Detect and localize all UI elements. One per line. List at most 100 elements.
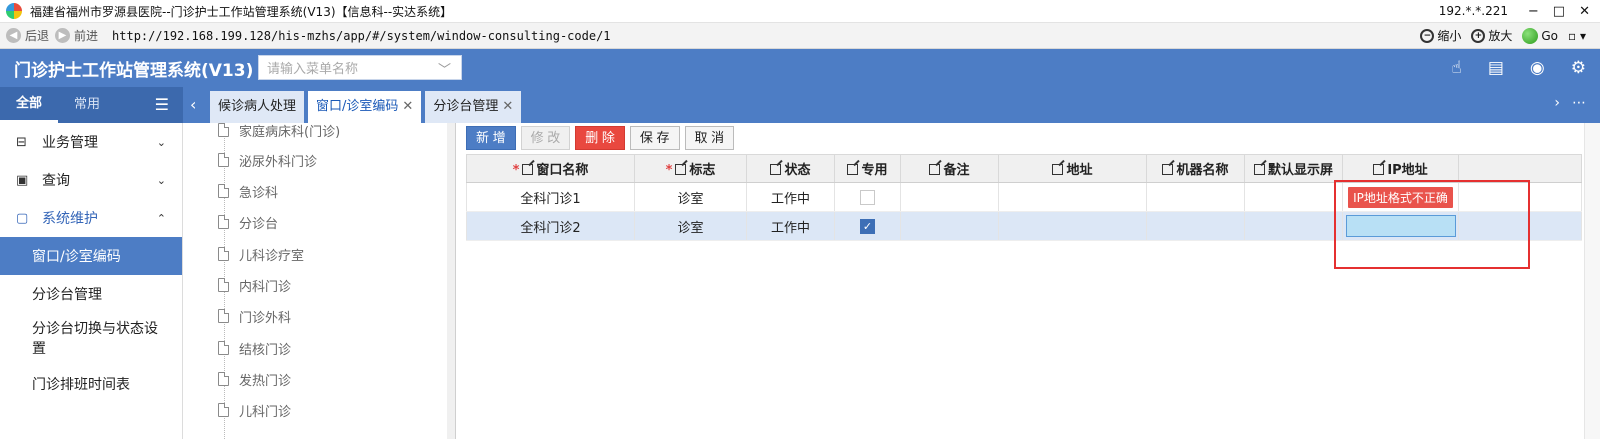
dedicated-checkbox[interactable] <box>860 189 875 205</box>
notes-icon[interactable]: ▤ <box>1488 58 1504 78</box>
tab-waiting-patients[interactable]: 候诊病人处理 <box>210 91 305 123</box>
tree-node[interactable]: 急诊科 <box>218 181 278 201</box>
sidebar-item-triage[interactable]: 分诊台管理 <box>0 275 182 313</box>
cell-remark[interactable] <box>900 211 999 241</box>
sidebar-item-window-code[interactable]: 窗口/诊室编码 <box>0 237 182 275</box>
cell-flag[interactable]: 诊室 <box>634 211 747 241</box>
edit-icon <box>929 164 941 175</box>
cell-flag[interactable]: 诊室 <box>634 182 747 212</box>
tree-node[interactable]: 家庭病床科(门诊) <box>218 123 340 140</box>
minimize-button[interactable]: − <box>1528 4 1539 19</box>
forward-arrow-icon: ▶ <box>55 28 71 43</box>
chevron-down-icon: ⌄ <box>156 135 166 149</box>
cell-address[interactable] <box>998 182 1147 212</box>
sidebar-group-system[interactable]: ▢ 系统维护 ⌃ <box>0 199 182 237</box>
column-header-window-name[interactable]: * 窗口名称 <box>466 154 635 183</box>
cancel-button[interactable]: 取 消 <box>684 126 735 150</box>
go-button[interactable]: Go <box>1522 27 1558 44</box>
forward-button[interactable]: ▶ 前进 <box>55 27 98 44</box>
window-titlebar: 福建省福州市罗源县医院--门诊护士工作站管理系统(V13)【信息科--实达系统】… <box>0 0 1600 23</box>
gear-icon[interactable]: ⚙ <box>1571 58 1586 78</box>
more-icon[interactable]: ⋯ <box>1572 95 1586 111</box>
cell-default-screen[interactable] <box>1244 182 1343 212</box>
tree-node[interactable]: 儿科门诊 <box>218 400 291 420</box>
tabs-scroll-right-icon[interactable]: › <box>1554 95 1560 111</box>
tab-common[interactable]: 常用 <box>58 87 116 123</box>
delete-button[interactable]: 删 除 <box>575 126 625 150</box>
file-icon <box>218 123 229 137</box>
column-header-status[interactable]: 状态 <box>746 154 835 183</box>
dedicated-checkbox-checked[interactable]: ✓ <box>860 218 875 234</box>
pointer-icon[interactable]: ☝ <box>1451 58 1461 78</box>
tree-node[interactable]: 分诊台 <box>218 212 278 232</box>
cell-remark[interactable] <box>900 182 999 212</box>
sidebar-item-schedule[interactable]: 门诊排班时间表 <box>0 365 182 403</box>
column-header-remark[interactable]: 备注 <box>900 154 999 183</box>
back-arrow-icon: ◀ <box>6 28 21 43</box>
maximize-button[interactable]: □ <box>1553 4 1565 19</box>
cell-status[interactable]: 工作中 <box>746 211 835 241</box>
tab-all[interactable]: 全部 <box>0 87 59 123</box>
menu-search-input[interactable]: 请输入菜单名称 ﹀ <box>258 55 462 80</box>
cell-status[interactable]: 工作中 <box>746 182 835 212</box>
close-tab-icon[interactable]: ✕ <box>502 99 513 114</box>
ip-label: 192.*.*.221 <box>1438 4 1508 18</box>
tree-node[interactable]: 门诊外科 <box>218 306 291 326</box>
sidebar-group-business[interactable]: ⊟ 业务管理 ⌄ <box>0 123 182 161</box>
column-header-flag[interactable]: * 标志 <box>634 154 747 183</box>
file-icon <box>218 309 229 323</box>
edit-icon <box>847 164 859 175</box>
table-header-row: * 窗口名称 * 标志 状态 专用 备注 地址 机器名称 默认显示屏 IP地址 <box>466 154 1582 183</box>
tabs-right-controls: › ⋯ <box>1554 95 1586 111</box>
department-tree: 家庭病床科(门诊) 泌尿外科门诊 急诊科 分诊台 儿科诊疗室 内科门诊 门诊外科… <box>184 123 456 439</box>
cell-machine-name[interactable] <box>1146 182 1245 212</box>
cell-window-name[interactable]: 全科门诊2 <box>466 211 635 241</box>
sidebar-group-query[interactable]: ▣ 查询 ⌄ <box>0 161 182 199</box>
tree-node[interactable]: 结核门诊 <box>218 338 291 358</box>
tree-node[interactable]: 内科门诊 <box>218 275 291 295</box>
zoom-in-button[interactable]: + 放大 <box>1471 27 1512 44</box>
main-scrollbar[interactable] <box>1584 123 1600 439</box>
cell-address[interactable] <box>998 211 1147 241</box>
tree-node[interactable]: 儿科诊疗室 <box>218 244 304 264</box>
cell-default-screen[interactable] <box>1244 211 1343 241</box>
tree-node[interactable]: 泌尿外科门诊 <box>218 150 317 170</box>
save-button[interactable]: 保 存 <box>629 126 680 150</box>
column-header-ip-address[interactable]: IP地址 <box>1342 154 1459 183</box>
cell-machine-name[interactable] <box>1146 211 1245 241</box>
tabs-scroll-left-icon[interactable]: ‹ <box>190 95 196 114</box>
chevron-down-icon: ⌄ <box>156 173 166 187</box>
window-title: 福建省福州市罗源县医院--门诊护士工作站管理系统(V13)【信息科--实达系统】 <box>30 4 453 19</box>
tabs-row: 全部 常用 ☰ ‹ 候诊病人处理 窗口/诊室编码 ✕ 分诊台管理 ✕ › ⋯ <box>0 87 1600 123</box>
column-header-address[interactable]: 地址 <box>998 154 1147 183</box>
close-window-button[interactable]: ✕ <box>1579 4 1590 19</box>
tree-scrollbar[interactable] <box>447 123 455 439</box>
edit-icon <box>522 164 534 175</box>
eye-icon[interactable]: ◉ <box>1530 58 1545 78</box>
column-header-machine-name[interactable]: 机器名称 <box>1146 154 1245 183</box>
column-header-dedicated[interactable]: 专用 <box>834 154 901 183</box>
sidebar-item-triage-switch[interactable]: 分诊台切换与状态设置 <box>0 313 182 365</box>
column-header-default-screen[interactable]: 默认显示屏 <box>1244 154 1343 183</box>
document-icon: ▣ <box>16 172 29 188</box>
tab-window-room-code[interactable]: 窗口/诊室编码 ✕ <box>308 91 422 123</box>
address-bar[interactable]: http://192.168.199.128/his-mzhs/app/#/sy… <box>112 29 611 43</box>
edit-button[interactable]: 修 改 <box>520 126 571 150</box>
hamburger-icon[interactable]: ☰ <box>155 95 169 114</box>
edit-icon <box>675 164 687 175</box>
error-highlight-box <box>1334 180 1530 269</box>
window-menu-icon[interactable]: ▫ ▾ <box>1568 29 1586 43</box>
tab-triage-desk[interactable]: 分诊台管理 ✕ <box>425 91 522 123</box>
chevron-down-icon[interactable]: ﹀ <box>438 59 451 78</box>
close-tab-icon[interactable]: ✕ <box>402 99 413 114</box>
cell-window-name[interactable]: 全科门诊1 <box>466 182 635 212</box>
new-button[interactable]: 新 增 <box>466 126 516 150</box>
page-tabs: 候诊病人处理 窗口/诊室编码 ✕ 分诊台管理 ✕ <box>210 91 522 123</box>
zoom-out-button[interactable]: − 缩小 <box>1420 27 1461 44</box>
file-icon <box>218 403 229 417</box>
file-icon <box>218 184 229 198</box>
sidebar: ⊟ 业务管理 ⌄ ▣ 查询 ⌄ ▢ 系统维护 ⌃ 窗口/诊室编码 分诊台管理 分… <box>0 123 183 439</box>
window-controls: − □ ✕ <box>1528 4 1590 19</box>
back-button[interactable]: ◀ 后退 <box>6 27 49 44</box>
tree-node[interactable]: 发热门诊 <box>218 369 291 389</box>
